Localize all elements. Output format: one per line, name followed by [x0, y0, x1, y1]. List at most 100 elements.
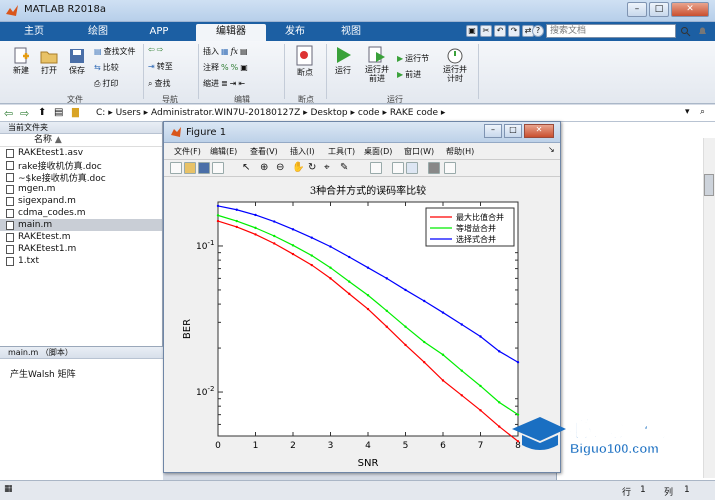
editor-ribbon: 新建 打开 保存 ▤ 查找文件 ⇆ 比较 ⎙ 打印 文件 ⇦ ⇨ ⇥ 转至 ⌕ 查找 导航 …	[0, 41, 715, 104]
data-cursor-icon[interactable]: ⌖	[324, 162, 336, 174]
open-button[interactable]: 打开	[36, 47, 62, 76]
help-icon[interactable]: ?	[532, 25, 544, 37]
file-item[interactable]: mgen.m	[0, 183, 162, 195]
bell-icon[interactable]	[697, 26, 708, 37]
find-files-button[interactable]: ▤ 查找文件	[94, 46, 136, 57]
figure-titlebar: Figure 1 – □ ✕	[164, 122, 560, 143]
figure-minimize-button[interactable]: –	[484, 124, 502, 138]
insert-button[interactable]: 插入 ▦ fx ▤	[203, 46, 248, 57]
menu-desktop[interactable]: 桌面(D)	[364, 146, 392, 157]
file-item[interactable]: sigexpand.m	[0, 195, 162, 207]
qa-save-icon[interactable]: ▣	[466, 25, 478, 37]
new-button[interactable]: 新建	[8, 47, 34, 76]
tab-editor[interactable]: 编辑器	[196, 24, 266, 41]
x-axis-label: SNR	[358, 458, 379, 469]
file-item[interactable]: main.m	[0, 219, 162, 231]
tab-home[interactable]: 主页	[8, 24, 60, 41]
data-point	[479, 384, 482, 388]
file-item[interactable]: RAKEtest1.asv	[0, 147, 162, 159]
comment-button[interactable]: 注释%% ▣	[203, 62, 248, 73]
print-button[interactable]: ⎙ 打印	[94, 78, 118, 89]
up-folder-icon[interactable]: ⬆	[38, 107, 46, 118]
colorbar-icon[interactable]	[392, 162, 404, 174]
watermark: 必过源码 Biguo100.com	[508, 405, 708, 465]
file-item[interactable]: cdma_codes.m	[0, 207, 162, 219]
rotate-icon[interactable]: ↻	[308, 162, 320, 174]
menu-help[interactable]: 帮助(H)	[446, 146, 474, 157]
window-titlebar: MATLAB R2018a – □ ✕	[0, 0, 715, 22]
browse-folder-icon[interactable]: ▤	[54, 107, 63, 118]
run-and-advance-button[interactable]: 运行并 前进	[360, 45, 394, 83]
breakpoints-button[interactable]: 断点	[290, 45, 320, 78]
tab-apps[interactable]: APP	[134, 24, 184, 41]
zoom-out-icon[interactable]: ⊖	[276, 162, 288, 174]
nav-back-fwd[interactable]: ⇦ ⇨	[148, 45, 163, 54]
close-button[interactable]: ✕	[671, 2, 709, 17]
goto-button[interactable]: ⇥ 转至	[148, 61, 173, 72]
group-label-breakpoints: 断点	[298, 95, 314, 104]
file-item[interactable]: ~$ke接收机仿真.doc	[0, 171, 162, 184]
data-point	[498, 401, 501, 404]
figure-maximize-button[interactable]: □	[504, 124, 522, 138]
save-button[interactable]: 保存	[64, 47, 90, 76]
file-item[interactable]: RAKEtest1.m	[0, 243, 162, 255]
legend-icon[interactable]	[406, 162, 418, 174]
address-search-icon[interactable]: ⌕	[700, 107, 705, 117]
tab-view[interactable]: 视图	[326, 24, 376, 41]
uncomment-icon: %	[230, 63, 239, 72]
open-file-icon[interactable]	[184, 162, 196, 174]
file-item[interactable]: 1.txt	[0, 255, 162, 267]
file-item[interactable]: rake接收机仿真.doc	[0, 159, 162, 172]
qa-undo-icon[interactable]: ↶	[494, 25, 506, 37]
data-point	[310, 254, 313, 257]
data-point	[423, 361, 426, 364]
data-point	[366, 307, 370, 311]
hide-tools-icon[interactable]	[428, 162, 440, 174]
pointer-icon[interactable]: ↖	[242, 162, 254, 174]
menu-window[interactable]: 窗口(W)	[404, 146, 434, 157]
magnifier-icon: ⌕	[148, 78, 153, 88]
link-plot-icon[interactable]	[370, 162, 382, 174]
minimize-button[interactable]: –	[627, 2, 647, 17]
advance-button[interactable]: ▶ 前进	[397, 69, 421, 80]
run-button[interactable]: 运行	[330, 45, 356, 76]
run-and-time-button[interactable]: 运行并 计时	[440, 45, 470, 83]
qa-cut-icon[interactable]: ✂	[480, 25, 492, 37]
status-row-value: 1	[640, 485, 646, 495]
search-icon[interactable]	[680, 26, 691, 37]
tab-publish[interactable]: 发布	[270, 24, 320, 41]
menu-file[interactable]: 文件(F)	[174, 146, 201, 157]
address-bar: ⇦ ⇨ ⬆ ▤ ▇ C: ▸ Users ▸ Administrator.WIN…	[0, 105, 715, 122]
indent-button[interactable]: 缩进 ≣ ⇥ ⇤	[203, 78, 245, 89]
search-docs-input[interactable]: 搜索文档	[546, 24, 676, 38]
pan-hand-icon[interactable]: ✋	[292, 162, 304, 174]
find-button[interactable]: ⌕ 查找	[148, 78, 170, 89]
column-header-name[interactable]: 名称 ▲	[0, 134, 162, 147]
show-tools-icon[interactable]	[444, 162, 456, 174]
menu-edit[interactable]: 编辑(E)	[210, 146, 237, 157]
forward-arrow-icon[interactable]: ⇨	[20, 107, 29, 120]
file-icon	[6, 220, 14, 230]
address-path[interactable]: C: ▸ Users ▸ Administrator.WIN7U-2018012…	[96, 108, 445, 118]
compare-button[interactable]: ⇆ 比较	[94, 62, 119, 73]
menu-view[interactable]: 查看(V)	[250, 146, 278, 157]
status-col-value: 1	[684, 485, 690, 495]
maximize-button[interactable]: □	[649, 2, 669, 17]
qa-redo-icon[interactable]: ↷	[508, 25, 520, 37]
back-arrow-icon[interactable]: ⇦	[4, 107, 13, 120]
brush-icon[interactable]: ✎	[340, 162, 352, 174]
menu-insert[interactable]: 插入(I)	[290, 146, 315, 157]
zoom-in-icon[interactable]: ⊕	[260, 162, 272, 174]
tab-plots[interactable]: 绘图	[70, 24, 126, 41]
file-item[interactable]: RAKEtest.m	[0, 231, 162, 243]
print-figure-icon[interactable]	[212, 162, 224, 174]
scroll-thumb[interactable]	[704, 174, 714, 196]
run-section-button[interactable]: ▶ 运行节	[397, 53, 429, 64]
dock-arrow-icon[interactable]: ↘	[548, 145, 555, 154]
address-dropdown-icon[interactable]: ▾	[685, 107, 690, 117]
figure-window: Figure 1 – □ ✕ 文件(F) 编辑(E) 查看(V) 插入(I) 工…	[163, 121, 561, 473]
figure-close-button[interactable]: ✕	[524, 124, 554, 138]
new-figure-icon[interactable]	[170, 162, 182, 174]
save-figure-icon[interactable]	[198, 162, 210, 174]
menu-tools[interactable]: 工具(T)	[328, 146, 355, 157]
